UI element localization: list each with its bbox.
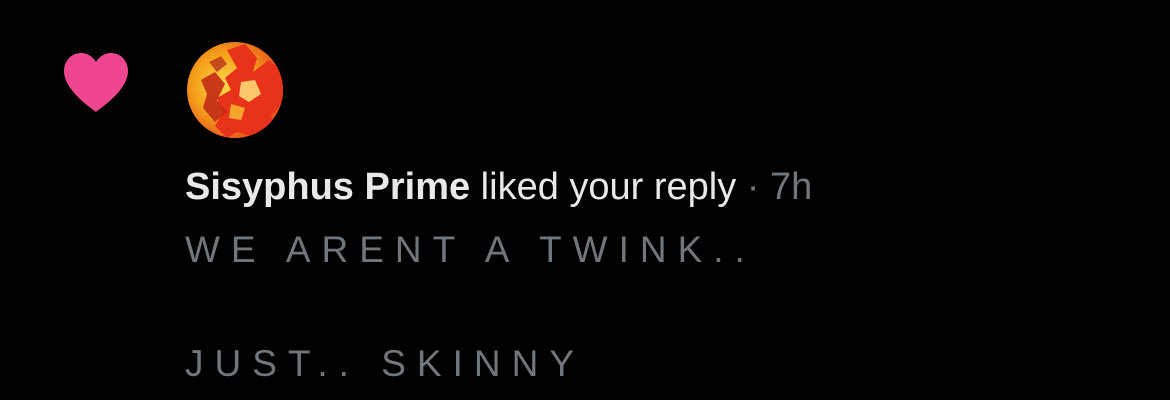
reply-text-line[interactable]: JUST.. SKINNY	[185, 342, 585, 386]
notification-headline: Sisyphus Prime liked your reply · 7h	[185, 164, 812, 210]
avatar[interactable]	[187, 42, 283, 138]
separator: ·	[736, 166, 771, 208]
reply-text-line[interactable]: WE ARENT A TWINK..	[185, 228, 756, 272]
action-text: liked your reply	[470, 166, 737, 208]
timestamp: 7h	[770, 166, 813, 208]
user-name-link[interactable]: Sisyphus Prime	[185, 166, 470, 208]
heart-icon	[62, 52, 130, 114]
like-notification[interactable]: Sisyphus Prime liked your reply · 7h WE …	[0, 0, 1170, 400]
